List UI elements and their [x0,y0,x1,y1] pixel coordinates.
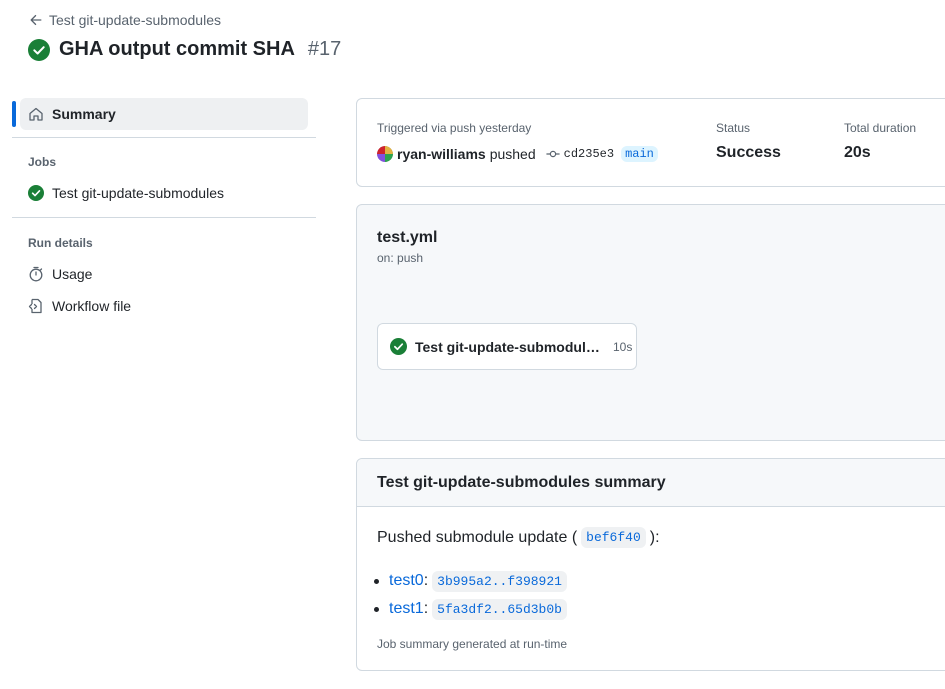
status-label: Status [716,121,751,135]
job-node-name: Test git-update-submodules [415,338,601,355]
commit-range-link[interactable]: 3b995a2..f398921 [432,570,567,592]
sidebar-item-label: Summary [52,106,116,122]
page-title-row: GHA output commit SHA #17 [28,38,341,61]
actor-link[interactable]: ryan-williams [397,146,486,162]
commit-link[interactable]: cd235e3 [546,147,614,161]
file-code-icon [28,298,42,314]
workflow-graph-card: test.yml on: push Test git-update-submod… [356,204,945,441]
home-icon [29,107,43,121]
run-trigger-card: Triggered via push yesterday ryan-willia… [356,98,945,187]
commit-range-link[interactable]: 5fa3df2..65d3b0b [432,598,567,620]
sidebar-item-label: Usage [52,266,93,282]
sidebar-item-summary[interactable]: Summary [12,98,308,130]
commit-sha: cd235e3 [563,147,615,161]
job-summary-title: Test git-update-submodules summary [357,459,945,507]
page-title: GHA output commit SHA [59,38,295,60]
sidebar-item-usage[interactable]: Usage [12,258,316,290]
pushed-prefix: Pushed submodule update ( [377,528,578,546]
check-circle-fill-icon [390,338,407,355]
submodule-link[interactable]: test1 [389,600,424,618]
job-summary-footer: Job summary generated at run-time [377,637,568,651]
trigger-action: pushed [489,146,536,162]
arrow-left-icon [30,14,42,26]
list-item: test1: 5fa3df2..65d3b0b [374,595,567,623]
job-node[interactable]: Test git-update-submodules 10s [377,323,637,370]
duration-value: 20s [844,144,871,161]
workflow-file-name: test.yml [377,229,438,246]
git-commit-icon [546,150,560,158]
workflow-trigger: on: push [377,251,424,265]
pushed-line: Pushed submodule update ( bef6f40 ): [377,527,660,548]
sidebar-divider [12,137,316,138]
run-details-heading: Run details [28,236,93,250]
job-node-duration: 10s [613,339,633,354]
job-summary-card: Test git-update-submodules summary Pushe… [356,458,945,671]
back-link[interactable]: Test git-update-submodules [29,12,221,28]
sidebar-item-label: Workflow file [52,298,132,314]
status-value: Success [716,144,781,161]
jobs-heading: Jobs [28,155,57,169]
duration-label: Total duration [844,121,917,135]
check-circle-fill-icon [28,185,44,201]
back-link-label: Test git-update-submodules [49,12,221,28]
submodule-link[interactable]: test0 [389,572,424,590]
triggered-text: Triggered via push yesterday [377,121,532,135]
run-number: #17 [307,38,342,60]
pushed-suffix: ): [649,528,660,546]
pushed-sha-link[interactable]: bef6f40 [581,527,646,548]
sidebar-divider [12,217,316,218]
branch-badge[interactable]: main [621,146,658,162]
sidebar: Summary Jobs Test git-update-submodules … [12,98,316,322]
colon: : [423,600,429,617]
avatar[interactable] [377,146,393,162]
sidebar-item-workflow-file[interactable]: Workflow file [12,290,316,322]
stopwatch-icon [29,266,43,282]
check-circle-fill-icon [28,38,50,61]
sidebar-item-label: Test git-update-submodules [52,185,224,201]
list-item: test0: 3b995a2..f398921 [374,567,567,595]
colon: : [423,572,429,589]
trigger-row: ryan-williams pushed cd235e3 main [377,146,658,162]
submodule-list: test0: 3b995a2..f398921 test1: 5fa3df2..… [374,567,567,623]
sidebar-item-job[interactable]: Test git-update-submodules [12,177,316,209]
